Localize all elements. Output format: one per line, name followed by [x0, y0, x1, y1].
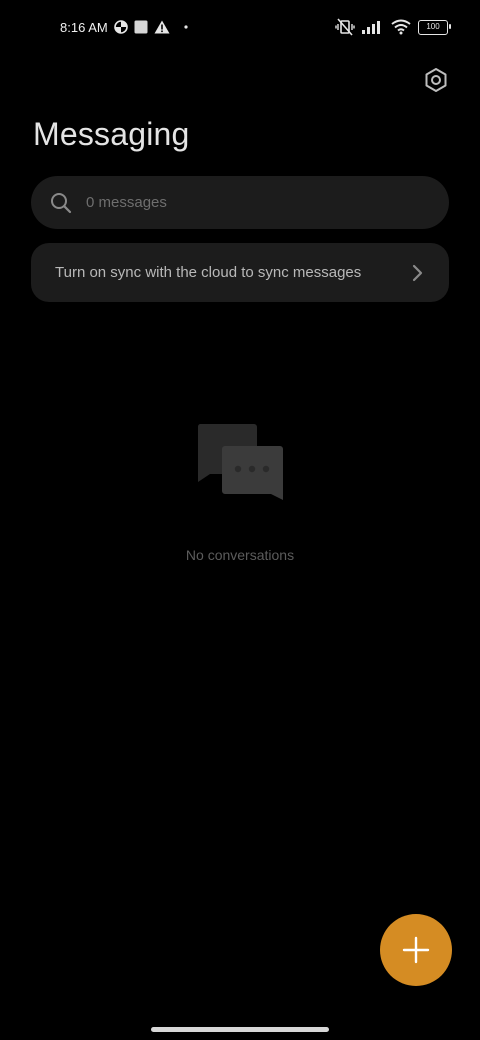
page-title: Messaging	[33, 116, 190, 152]
search-bar[interactable]	[31, 176, 449, 229]
settings-hexagon-icon	[425, 68, 447, 92]
data-saver-icon	[113, 20, 128, 34]
warning-icon	[154, 20, 170, 34]
signal-icon	[362, 20, 384, 34]
status-left: 8:16 AM	[60, 17, 188, 37]
search-icon	[50, 192, 72, 214]
dot-icon	[184, 25, 188, 29]
status-right: 100	[335, 16, 451, 38]
wifi-icon	[391, 19, 411, 35]
chat-bubbles-icon	[196, 424, 286, 504]
search-input[interactable]	[84, 193, 449, 212]
messaging-screen: 8:16 AM 100 Messaging 0 messages Turn on…	[0, 0, 480, 1040]
empty-state-text: No conversations	[185, 547, 295, 563]
home-indicator[interactable]	[151, 1027, 329, 1032]
battery-icon: 100	[418, 19, 451, 35]
battery-level: 100	[426, 22, 440, 31]
cloud-sync-card[interactable]: Turn on sync with the cloud to sync mess…	[31, 243, 449, 302]
plus-icon	[402, 936, 430, 964]
new-message-button[interactable]	[380, 914, 452, 986]
square-notification-icon	[134, 20, 148, 34]
status-time: 8:16 AM	[60, 19, 108, 35]
vibrate-off-icon	[335, 18, 355, 36]
status-bar: 8:16 AM 100	[0, 0, 480, 54]
cloud-sync-text: Turn on sync with the cloud to sync mess…	[55, 264, 362, 281]
settings-button[interactable]	[420, 64, 452, 96]
chevron-right-icon	[411, 264, 423, 282]
